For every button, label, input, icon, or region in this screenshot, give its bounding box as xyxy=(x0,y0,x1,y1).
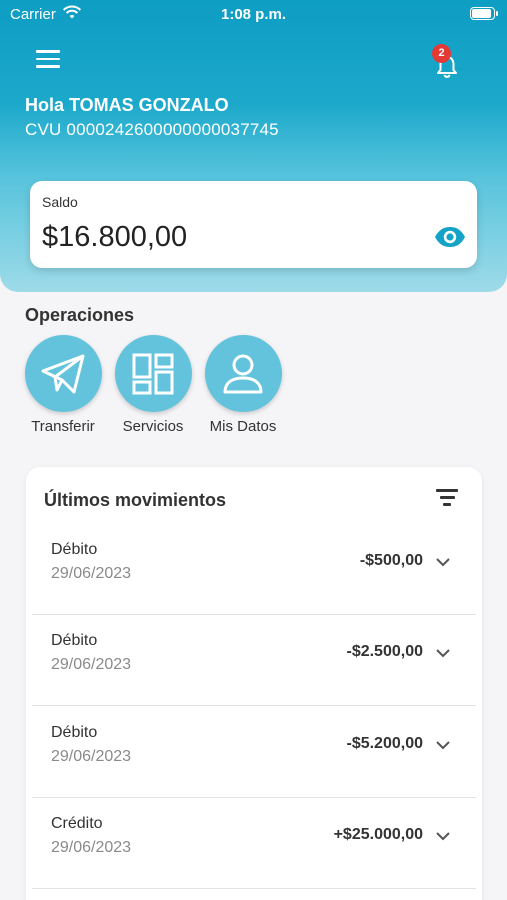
movement-type: Crédito xyxy=(51,815,103,832)
menu-button[interactable] xyxy=(36,50,60,70)
filter-icon[interactable] xyxy=(436,489,458,507)
status-bar: Carrier 1:08 p.m. xyxy=(0,0,507,30)
battery-icon xyxy=(470,7,498,20)
chevron-down-icon[interactable] xyxy=(435,645,451,661)
grid-icon xyxy=(132,353,174,394)
movements-title: Últimos movimientos xyxy=(44,490,227,510)
movement-row[interactable]: Débito 29/06/2023 -$2.500,00 xyxy=(32,618,476,706)
balance-amount: $16.800,00 xyxy=(42,221,188,253)
movement-type: Débito xyxy=(51,541,98,558)
movement-row[interactable]: Débito 29/06/2023 -$500,00 xyxy=(32,527,476,615)
movement-amount: +$25.000,00 xyxy=(333,826,423,843)
balance-card: Saldo $16.800,00 xyxy=(30,181,477,268)
greeting-text: Hola TOMAS GONZALO xyxy=(25,95,229,115)
notifications-button[interactable]: 2 xyxy=(432,44,462,80)
chevron-down-icon[interactable] xyxy=(435,828,451,844)
services-label: Servicios xyxy=(122,418,184,435)
movement-date: 29/06/2023 xyxy=(51,839,132,856)
movement-amount: -$2.500,00 xyxy=(346,643,423,660)
movements-card: Últimos movimientos Débito 29/06/2023 -$… xyxy=(26,467,482,900)
movement-type: Débito xyxy=(51,632,98,649)
chevron-down-icon[interactable] xyxy=(435,554,451,570)
user-icon xyxy=(223,354,263,393)
operations-title: Operaciones xyxy=(25,305,135,325)
movement-amount: -$500,00 xyxy=(359,552,423,569)
cvu-text: CVU 0000242600000000037745 xyxy=(25,120,279,139)
movement-date: 29/06/2023 xyxy=(51,565,132,582)
eye-icon[interactable] xyxy=(434,226,466,248)
transfer-button[interactable]: Transferir xyxy=(18,335,108,435)
movement-type: Débito xyxy=(51,724,98,741)
balance-label: Saldo xyxy=(42,194,78,210)
movement-date: 29/06/2023 xyxy=(51,748,132,765)
my-data-label: Mis Datos xyxy=(209,418,277,435)
paper-plane-icon xyxy=(41,354,85,393)
notification-badge: 2 xyxy=(432,44,451,63)
movement-date: 29/06/2023 xyxy=(51,656,132,673)
services-button[interactable]: Servicios xyxy=(108,335,198,435)
my-data-button[interactable]: Mis Datos xyxy=(198,335,288,435)
chevron-down-icon[interactable] xyxy=(435,737,451,753)
status-time: 1:08 p.m. xyxy=(220,6,287,23)
transfer-label: Transferir xyxy=(31,418,95,435)
movement-row[interactable]: Débito 29/06/2023 -$5.200,00 xyxy=(32,710,476,798)
movement-row[interactable]: Crédito 29/06/2023 +$25.000,00 xyxy=(32,801,476,889)
movement-amount: -$5.200,00 xyxy=(346,735,423,752)
